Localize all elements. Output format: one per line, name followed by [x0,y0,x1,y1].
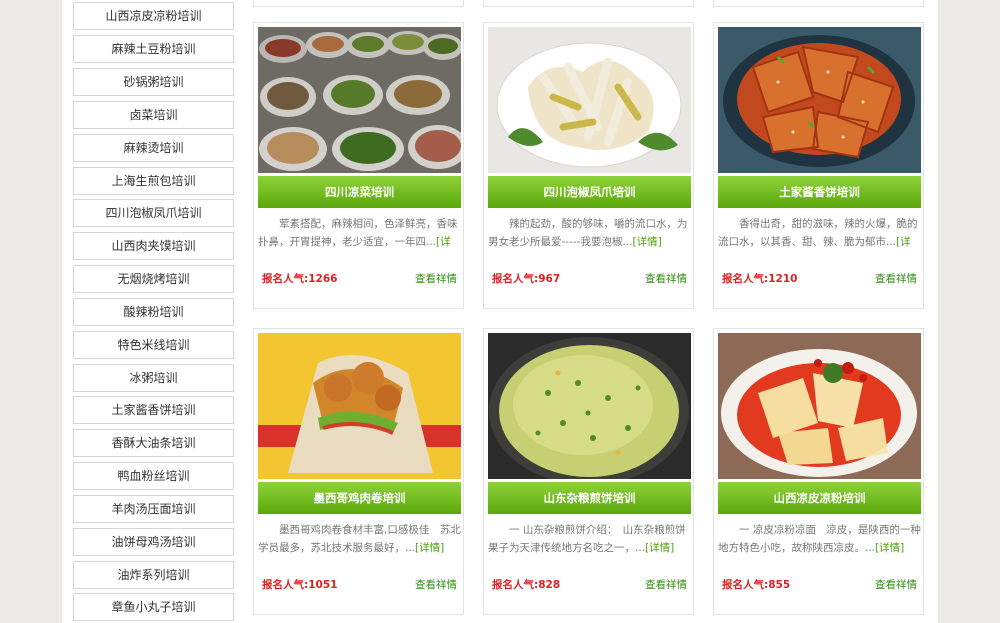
card-edge [483,0,694,7]
course-card: 山西凉皮凉粉培训 一 凉皮凉粉凉面 凉皮，是陕西的一种地方特色小吃，故称陕西凉皮… [713,328,924,615]
course-title-link[interactable]: 四川泡椒凤爪培训 [488,176,691,208]
course-title-link[interactable]: 山西凉皮凉粉培训 [718,482,921,514]
sidebar-item-roujiamo[interactable]: 山西肉夹馍培训 [73,232,234,260]
course-card: 四川泡椒凤爪培训 辣的起劲，酸的够味，嚼的流口水，为男女老少所最爱-----我要… [483,22,694,309]
view-details-link[interactable]: 查看祥情 [875,577,917,592]
sidebar-item-jiangxiangbing[interactable]: 土家酱香饼培训 [73,396,234,424]
food-image[interactable] [258,333,461,479]
course-description: 一 山东杂粮煎饼介绍： 山东杂粮煎饼果子为天津传统地方名吃之一，...[详情] [488,524,686,554]
course-description: 辣的起劲，酸的够味，嚼的流口水，为男女老少所最爱-----我要泡椒...[详情] [488,218,688,248]
course-card: 墨西哥鸡肉卷培训 墨西哥鸡肉卷食材丰富,口感极佳 苏北学员最多，苏北技术服务最好… [253,328,464,615]
popularity: 报名人气:855 [722,579,791,591]
course-title-link[interactable]: 土家酱香饼培训 [718,176,921,208]
view-details-link[interactable]: 查看祥情 [415,577,457,592]
course-description: 荤素搭配，麻辣相间，色泽鲜亮，香味扑鼻，开胃提神，老少适宜，一年四...[详情] [258,215,461,253]
sidebar-item-muji[interactable]: 油饼母鸡汤培训 [73,528,234,556]
sidebar-item-bingzhou[interactable]: 冰粥培训 [73,364,234,392]
sidebar-item-shengjianbao[interactable]: 上海生煎包培训 [73,167,234,195]
sidebar-item-shaguozhou[interactable]: 砂锅粥培训 [73,68,234,96]
course-card: 四川凉菜培训 荤素搭配，麻辣相间，色泽鲜亮，香味扑鼻，开胃提神，老少适宜，一年四… [253,22,464,309]
sidebar-item-yaxuefensi[interactable]: 鸭血粉丝培训 [73,462,234,490]
popularity: 报名人气:1051 [262,579,338,591]
sidebar-item-lucai[interactable]: 卤菜培训 [73,101,234,129]
popularity: 报名人气:1266 [262,273,338,285]
popularity: 报名人气:967 [492,273,561,285]
food-image[interactable] [488,27,691,173]
sidebar-item-youtiao[interactable]: 香酥大油条培训 [73,429,234,457]
sidebar-item-yangroutang[interactable]: 羊肉汤压面培训 [73,495,234,523]
course-card: 土家酱香饼培训 香得出奇，甜的滋味，辣的火爆，脆的流口水，以其香、甜、辣、脆为郁… [713,22,924,309]
popularity: 报名人气:828 [492,579,561,591]
popularity: 报名人气:1210 [722,273,798,285]
course-description: 墨西哥鸡肉卷食材丰富,口感极佳 苏北学员最多，苏北技术服务最好，...[详情] [258,524,461,554]
sidebar-item-malatang[interactable]: 麻辣烫培训 [73,134,234,162]
course-description: 一 凉皮凉粉凉面 凉皮，是陕西的一种地方特色小吃，故称陕西凉皮。...[详情] [718,524,921,554]
food-image[interactable] [258,27,461,173]
sidebar-item-tudoufen[interactable]: 麻辣土豆粉培训 [73,35,234,63]
course-title-link[interactable]: 四川凉菜培训 [258,176,461,208]
sidebar-item-suanlafen[interactable]: 酸辣粉培训 [73,298,234,326]
card-edge [253,0,464,7]
card-edge [713,0,924,7]
sidebar-item-xiaowanzi[interactable]: 章鱼小丸子培训 [73,593,234,621]
course-title-link[interactable]: 墨西哥鸡肉卷培训 [258,482,461,514]
course-title-link[interactable]: 山东杂粮煎饼培训 [488,482,691,514]
food-image[interactable] [488,333,691,479]
more-link[interactable]: [详情] [875,542,904,554]
food-image[interactable] [718,333,921,479]
more-link[interactable]: [详情] [645,542,674,554]
course-description: 香得出奇，甜的滋味，辣的火爆，脆的流口水，以其香、甜、辣、脆为郁市...[详情] [718,215,921,253]
course-card: 山东杂粮煎饼培训 一 山东杂粮煎饼介绍： 山东杂粮煎饼果子为天津传统地方名吃之一… [483,328,694,615]
view-details-link[interactable]: 查看祥情 [875,271,917,286]
sidebar-item-youzha[interactable]: 油炸系列培训 [73,561,234,589]
food-image[interactable] [718,27,921,173]
sidebar-item-fengzhua[interactable]: 四川泡椒凤爪培训 [73,199,234,227]
more-link[interactable]: [详情] [632,236,661,248]
sidebar-item-shaokao[interactable]: 无烟烧烤培训 [73,265,234,293]
sidebar-item-mixian[interactable]: 特色米线培训 [73,331,234,359]
more-link[interactable]: [详情] [415,542,444,554]
view-details-link[interactable]: 查看祥情 [645,271,687,286]
view-details-link[interactable]: 查看祥情 [645,577,687,592]
sidebar-item-liangpi[interactable]: 山西凉皮凉粉培训 [73,2,234,30]
view-details-link[interactable]: 查看祥情 [415,271,457,286]
